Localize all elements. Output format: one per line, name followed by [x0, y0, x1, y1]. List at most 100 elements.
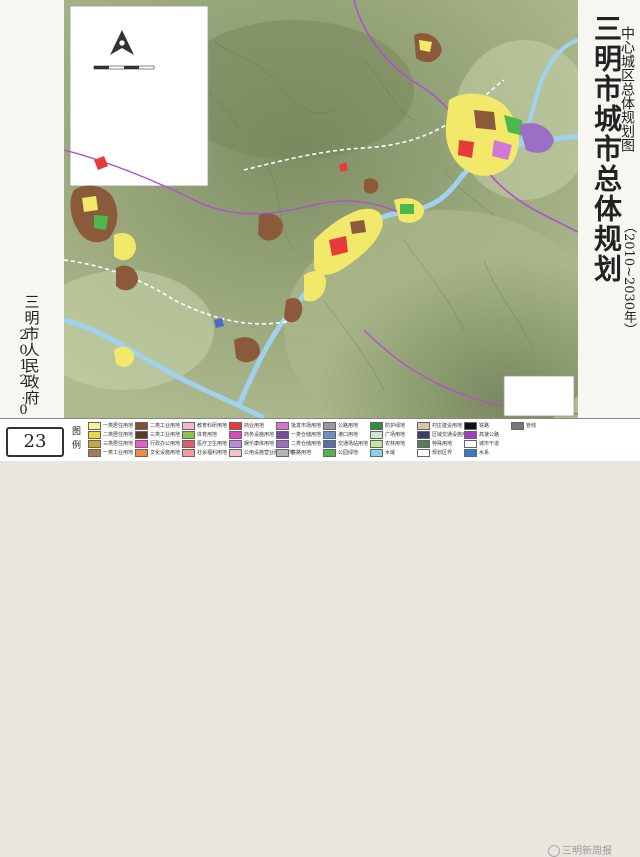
legend-item-label: 特殊用地 — [432, 441, 453, 447]
legend-swatch — [88, 448, 101, 457]
legend-item-label: 一类仓储用地 — [291, 432, 322, 438]
legend-swatch — [88, 421, 101, 430]
legend-item: 高速公路 — [464, 430, 500, 439]
legend-item-label: 文化设施用地 — [150, 450, 181, 456]
legend-item: 防护绿地 — [370, 421, 406, 430]
legend-item-label: 防护绿地 — [385, 423, 406, 429]
legend-item-label: 广场用地 — [385, 432, 406, 438]
legend-item: 水域 — [370, 448, 396, 457]
watermark: 三明新周报 — [548, 842, 612, 857]
legend-item-label: 规划区界 — [432, 450, 453, 456]
legend-item-label: 医疗卫生用地 — [197, 441, 228, 447]
legend-item: 交通场站用地 — [323, 439, 369, 448]
legend-swatch — [464, 448, 477, 457]
legend-swatch — [276, 430, 289, 439]
legend-swatch — [323, 439, 336, 448]
legend-item-label: 三类居住用地 — [103, 441, 134, 447]
legend-item: 一类仓储用地 — [276, 430, 322, 439]
legend-item-label: 二类居住用地 — [103, 432, 134, 438]
legend-swatch — [229, 448, 242, 457]
legend-swatch — [135, 448, 148, 457]
legend-item-label: 港口用地 — [338, 432, 359, 438]
legend-item-label: 批发市场用地 — [291, 423, 322, 429]
legend-item-label: 商业用地 — [244, 423, 265, 429]
legend-swatch — [276, 448, 289, 457]
plan-period: （2010~2030年） — [621, 220, 636, 337]
legend-swatch — [323, 448, 336, 457]
legend-item: 农林用地 — [370, 439, 405, 448]
legend-item-label: 水域 — [385, 450, 396, 456]
legend-swatch — [417, 430, 430, 439]
legend-item: 医疗卫生用地 — [182, 439, 228, 448]
legend-swatch — [88, 439, 101, 448]
legend-swatch — [229, 439, 242, 448]
terrain-central-ridge — [174, 20, 414, 160]
legend-item: 社会福利用地 — [182, 448, 228, 457]
legend-item: 文化设施用地 — [135, 448, 181, 457]
legend-panel: 23 图例 一类居住用地 二类居住用地 三类居住用地 一类工业用地 二类工业用地 三类工业… — [0, 418, 640, 857]
legend-item-label: 教育科研用地 — [197, 423, 228, 429]
inset-box — [69, 5, 209, 187]
legend-item-label: 二类仓储用地 — [291, 441, 322, 447]
legend-item: 铁路 — [464, 421, 490, 430]
legend-swatch — [464, 421, 477, 430]
legend-item-label: 铁路 — [479, 423, 490, 429]
legend-swatch — [229, 421, 242, 430]
legend-item: 娱乐康体用地 — [229, 439, 275, 448]
inset-box-bottom-right — [503, 375, 575, 417]
legend-item: 行政办公用地 — [135, 439, 181, 448]
legend-item-label: 行政办公用地 — [150, 441, 181, 447]
legend-swatch — [370, 448, 383, 457]
legend-swatch — [88, 430, 101, 439]
legend-item: 商务设施用地 — [229, 430, 275, 439]
legend-swatch — [464, 439, 477, 448]
legend-item-label: 公园绿地 — [338, 450, 359, 456]
legend-item: 规划区界 — [417, 448, 453, 457]
map-sheet: 三明市人民政府 2012.08 三明市城市总体规划 中心城区总体规划图 （201… — [0, 0, 640, 857]
legend-swatch — [417, 421, 430, 430]
legend-item: 一类居住用地 — [88, 421, 134, 430]
legend-swatch — [135, 421, 148, 430]
legend-item-label: 村庄建设用地 — [432, 423, 463, 429]
legend-swatch — [417, 439, 430, 448]
legend-swatch — [135, 439, 148, 448]
legend-swatch — [323, 421, 336, 430]
legend-item-label: 城市干道 — [479, 441, 500, 447]
legend-swatch — [182, 421, 195, 430]
legend-item: 二类工业用地 — [135, 421, 181, 430]
legend-item: 一类工业用地 — [88, 448, 133, 457]
legend-swatch — [370, 439, 383, 448]
legend-swatch — [182, 430, 195, 439]
legend-item: 城市干道 — [464, 439, 500, 448]
legend-item: 广场用地 — [370, 430, 406, 439]
legend-item: 二类居住用地 — [88, 430, 134, 439]
legend-swatch — [276, 421, 289, 430]
legend-swatch — [182, 448, 195, 457]
legend-item-label: 高速公路 — [479, 432, 500, 438]
legend-item-label: 社会福利用地 — [197, 450, 228, 456]
legend-item-label: 一类居住用地 — [103, 423, 134, 429]
legend-title: 图例 — [72, 427, 82, 451]
legend-item: 管线 — [511, 421, 537, 430]
legend-item: 村庄建设用地 — [417, 421, 463, 430]
map-area[interactable] — [64, 0, 579, 418]
legend-item-label: 交通场站用地 — [338, 441, 369, 447]
legend-item: 体育用地 — [182, 430, 217, 439]
left-margin-panel: 三明市人民政府 2012.08 — [0, 0, 65, 433]
legend-item-label: 铁路用地 — [291, 450, 312, 456]
legend-item-label: 商务设施用地 — [244, 432, 275, 438]
legend-item-label: 管线 — [526, 423, 537, 429]
legend-item: 三类工业用地 — [135, 430, 181, 439]
legend-item-label: 水系 — [479, 450, 490, 456]
legend-item-label: 二类工业用地 — [150, 423, 181, 429]
legend-item: 教育科研用地 — [182, 421, 228, 430]
legend-item-label: 三类工业用地 — [150, 432, 181, 438]
legend-item-label: 娱乐康体用地 — [244, 441, 275, 447]
page-number: 23 — [6, 427, 64, 457]
legend-item: 公路用地 — [323, 421, 359, 430]
map-subtitle: 中心城区总体规划图 — [619, 26, 635, 152]
legend-item-label: 公路用地 — [338, 423, 359, 429]
wechat-icon — [548, 845, 560, 857]
legend-swatch — [135, 430, 148, 439]
legend-item: 二类仓储用地 — [276, 439, 322, 448]
